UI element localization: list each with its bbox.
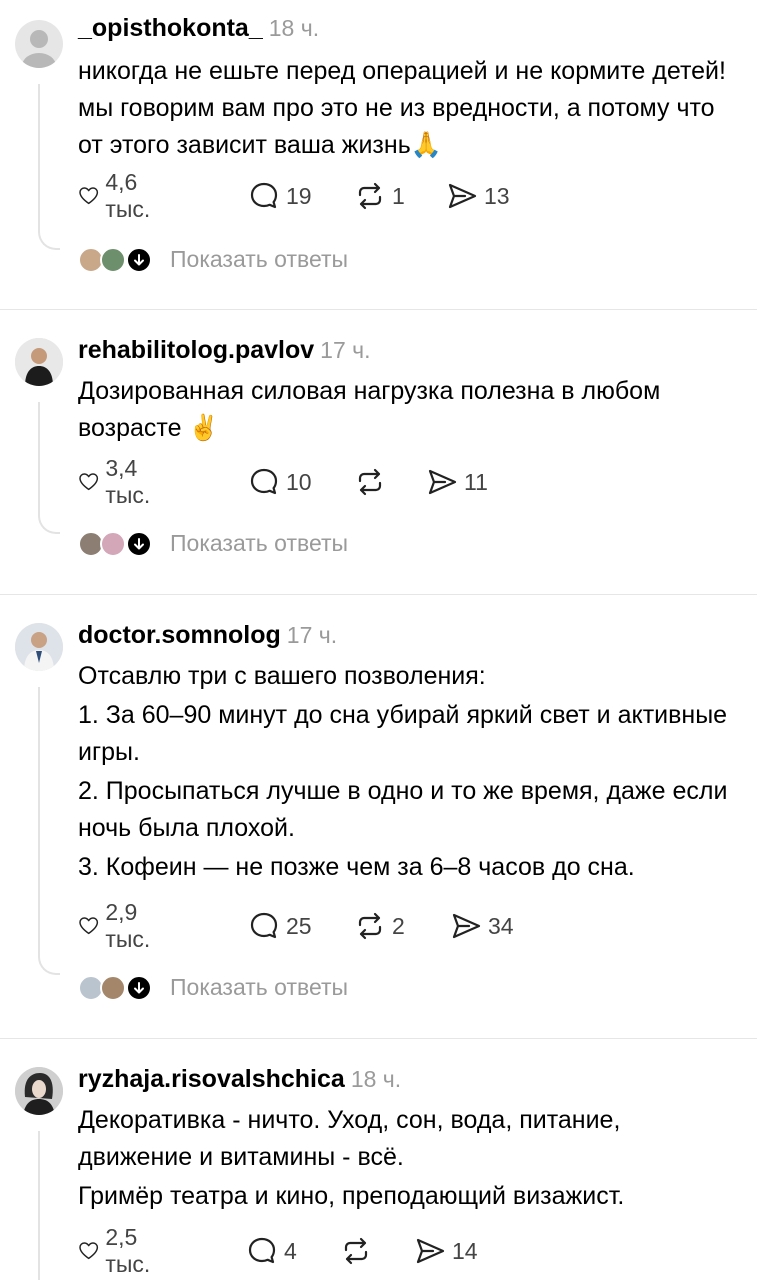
like-button[interactable]: 3,4 тыс. [78,455,161,508]
avatar[interactable] [15,338,63,386]
heart-icon [79,917,99,935]
username[interactable]: ryzhaja.risovalshchica [78,1065,345,1093]
share-button[interactable]: 34 [450,906,514,946]
show-replies-link[interactable]: Показать ответы [170,246,348,273]
share-count: 13 [484,182,510,209]
thread-post: rehabilitolog.pavlov 17 ч. Дозированная с… [0,310,757,595]
comment-count: 4 [284,1237,297,1264]
like-count: 3,4 тыс. [105,455,151,508]
timestamp: 18 ч. [350,1066,402,1092]
reply-avatar [100,975,126,1001]
post-header: _opisthokonta_ 18 ч. [78,14,319,43]
avatar[interactable] [15,623,63,671]
comment-button[interactable]: 10 [248,462,312,502]
comment-icon [250,912,278,939]
repost-count: 2 [392,912,405,939]
share-icon [452,913,481,939]
share-count: 34 [488,912,514,939]
repost-button[interactable] [340,1231,378,1271]
repost-icon [358,468,382,496]
comment-count: 25 [286,912,312,939]
post-header: ryzhaja.risovalshchica 18 ч. [78,1065,401,1094]
thread-line [38,687,40,957]
thread-post: _opisthokonta_ 18 ч. никогда не ешьте пер… [0,0,757,310]
share-icon [428,469,457,495]
share-icon [448,183,477,209]
like-button[interactable]: 4,6 тыс. [78,169,161,222]
thread-line [38,1131,40,1280]
comment-icon [250,468,278,495]
share-icon [416,1238,445,1264]
like-button[interactable]: 2,5 тыс. [78,1224,161,1277]
repost-icon [358,182,382,210]
like-count: 2,9 тыс. [105,899,151,952]
avatar[interactable] [15,1067,63,1115]
username[interactable]: doctor.somnolog [78,621,281,649]
reply-avatar [100,247,126,273]
repost-button[interactable]: 1 [354,176,405,216]
comment-icon [250,182,278,209]
post-text: никогда не ешьте перед операцией и не ко… [78,53,738,166]
thread-post: ryzhaja.risovalshchica 18 ч. Декоративка … [0,1039,757,1280]
timestamp: 18 ч. [268,15,320,41]
comment-button[interactable]: 19 [248,176,312,216]
comment-icon [248,1237,276,1264]
post-paragraph: 2. Просыпаться лучше в одно и то же врем… [78,777,728,842]
chevron-down-icon[interactable] [126,531,152,557]
show-replies-link[interactable]: Показать ответы [170,974,348,1001]
repost-button[interactable] [354,462,392,502]
reply-avatar [100,531,126,557]
post-text: Отсавлю три с вашего позволения: 1. За 6… [78,658,738,888]
thread-post: doctor.somnolog 17 ч. Отсавлю три с вашег… [0,595,757,1039]
comment-button[interactable]: 25 [248,906,312,946]
repost-icon [358,912,382,940]
like-button[interactable]: 2,9 тыс. [78,899,161,952]
share-button[interactable]: 14 [414,1231,478,1271]
post-header: rehabilitolog.pavlov 17 ч. [78,336,371,365]
avatar[interactable] [15,20,63,68]
share-count: 11 [464,468,488,495]
chevron-down-icon[interactable] [126,247,152,273]
thread-line [38,84,40,232]
post-paragraph: Гримёр театра и кино, преподающий визажи… [78,1182,625,1210]
comment-count: 19 [286,182,312,209]
thread-line [38,402,40,516]
heart-icon [79,1242,99,1260]
share-button[interactable]: 11 [426,462,488,502]
heart-icon [79,187,99,205]
post-paragraph: 1. За 60–90 минут до сна убирай яркий св… [78,701,728,766]
post-header: doctor.somnolog 17 ч. [78,621,337,650]
thread-line [38,953,60,975]
thread-line [38,512,60,534]
like-count: 4,6 тыс. [105,169,151,222]
comment-button[interactable]: 4 [246,1231,297,1271]
timestamp: 17 ч. [320,337,371,363]
post-paragraph: Дозированная силовая нагрузка полезна в … [78,377,661,442]
post-paragraph: никогда не ешьте перед операцией и не ко… [78,57,726,159]
repost-count: 1 [392,182,405,209]
username[interactable]: _opisthokonta_ [78,14,263,42]
share-count: 14 [452,1237,478,1264]
show-replies-link[interactable]: Показать ответы [170,530,348,557]
repost-icon [344,1237,368,1265]
like-count: 2,5 тыс. [105,1224,151,1277]
post-text: Дозированная силовая нагрузка полезна в … [78,373,738,449]
post-paragraph: Отсавлю три с вашего позволения: [78,662,486,690]
repost-button[interactable]: 2 [354,906,405,946]
post-text: Декоративка - ничто. Уход, сон, вода, пи… [78,1102,738,1217]
chevron-down-icon[interactable] [126,975,152,1001]
username[interactable]: rehabilitolog.pavlov [78,336,314,364]
heart-icon [79,473,99,491]
share-button[interactable]: 13 [446,176,510,216]
timestamp: 17 ч. [286,622,338,648]
comment-count: 10 [286,468,312,495]
thread-line [38,228,60,250]
post-paragraph: Декоративка - ничто. Уход, сон, вода, пи… [78,1106,621,1171]
post-paragraph: 3. Кофеин — не позже чем за 6–8 часов до… [78,853,635,881]
